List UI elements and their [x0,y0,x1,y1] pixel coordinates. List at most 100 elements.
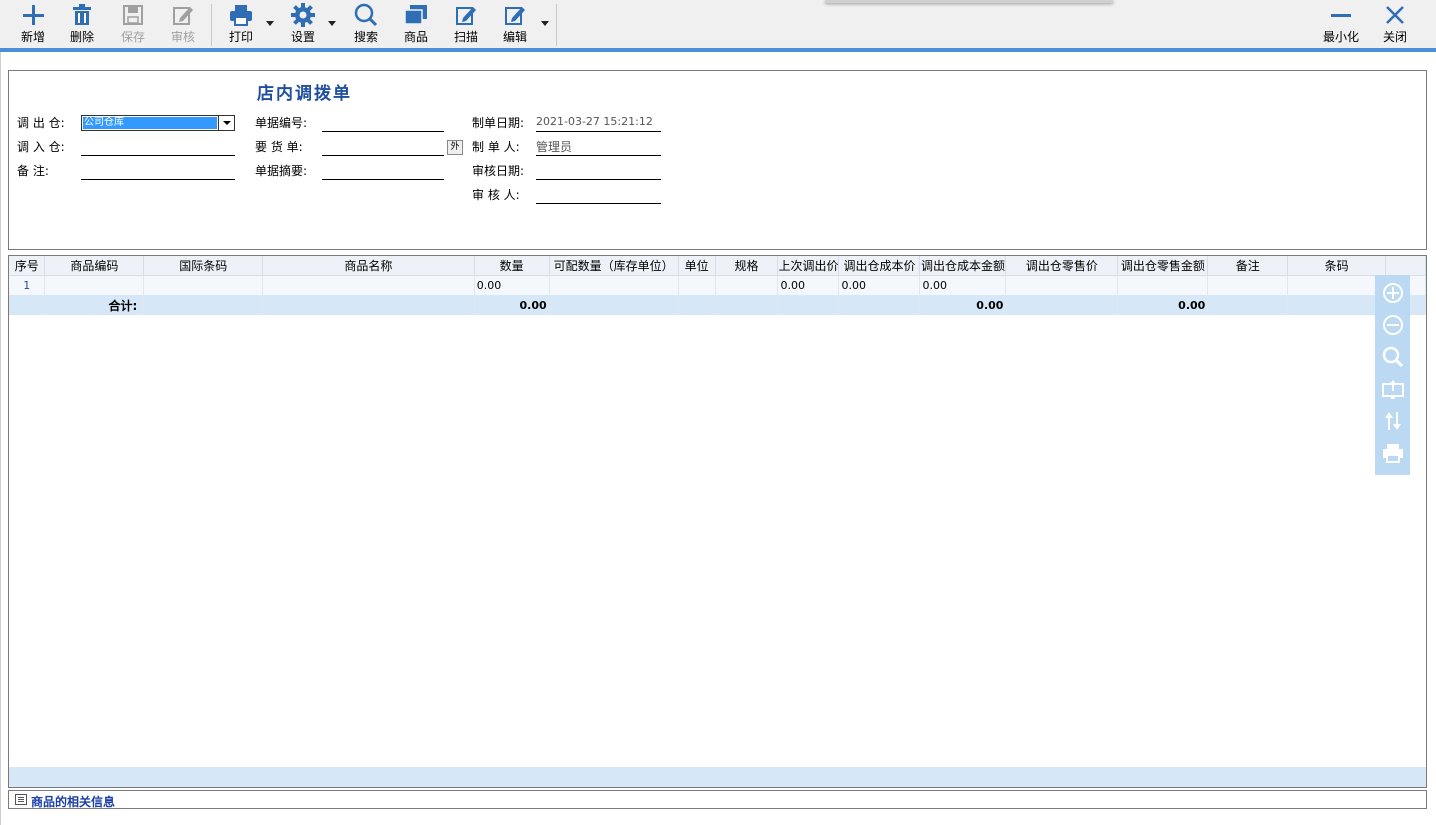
audit-button[interactable]: 审核 [165,0,201,48]
column-header[interactable]: 调出仓零售价 [1005,256,1119,276]
create-date-field [536,131,661,132]
table-header-row: 序号 商品编码 国际条码 商品名称 数量 可配数量（库存单位） 单位 规格 上次… [9,256,1426,276]
toolbar: 新增 删除 保存 审核 打印 设置 搜索 商品 扫描 编辑 最小化 关闭 [0,0,1436,52]
main-area: 店内调拨单 调 出 仓: 公司仓库 调 入 仓: 备 注: 单据编号: 要 货 … [0,52,1436,825]
minus-icon [1330,0,1352,30]
total-retail-amount: 0.00 [1117,295,1209,315]
out-warehouse-select[interactable]: 公司仓库 [81,115,235,131]
out-warehouse-value: 公司仓库 [83,117,217,129]
edit-dropdown-icon[interactable] [541,21,549,26]
column-header[interactable]: 数量 [474,256,550,276]
creator-value: 管理员 [536,140,573,154]
column-header[interactable]: 商品编码 [44,256,145,276]
edit-icon [172,0,194,30]
printer-icon[interactable] [1380,440,1405,465]
in-warehouse-label: 调 入 仓: [17,140,65,154]
search-icon[interactable] [1380,344,1405,369]
total-qty: 0.00 [474,295,550,315]
goods-grid: 序号 商品编码 国际条码 商品名称 数量 可配数量（库存单位） 单位 规格 上次… [8,255,1427,788]
cell-retail-price [1005,275,1119,295]
print-dropdown-icon[interactable] [266,21,274,26]
remove-row-icon[interactable] [1380,312,1405,337]
save-icon [122,0,144,30]
cell-cost-price: 0.00 [838,275,921,295]
column-header[interactable]: 单位 [678,256,716,276]
doc-no-input[interactable] [322,131,444,132]
cell-available-qty [549,275,679,295]
column-header[interactable]: 商品名称 [262,256,475,276]
settings-dropdown-icon[interactable] [328,21,336,26]
summary-input[interactable] [322,179,444,180]
request-pick-button[interactable]: 外 [447,140,463,155]
gear-icon [291,0,315,30]
audit-date-label: 审核日期: [472,164,525,178]
printer-icon [229,0,253,30]
scan-button[interactable]: 扫描 [448,0,484,48]
create-date-value: 2021-03-27 15:21:12 [536,115,653,128]
create-date-label: 制单日期: [472,116,525,130]
row-seq: 1 [9,275,46,295]
cell-goods-code[interactable] [44,275,145,295]
minimize-button[interactable]: 最小化 [1320,0,1362,48]
total-cost-amount: 0.00 [919,295,1007,315]
delete-button[interactable]: 删除 [64,0,100,48]
column-header[interactable]: 调出仓零售金额 [1117,256,1209,276]
auditor-label: 审 核 人: [472,188,520,202]
audit-date-field [536,179,661,180]
edit-icon [455,0,477,30]
print-button[interactable]: 打印 [223,0,259,48]
export-icon[interactable] [1380,376,1405,401]
cell-unit [678,275,716,295]
edit-button[interactable]: 编辑 [497,0,533,48]
sort-icon[interactable] [1380,408,1405,433]
in-warehouse-input[interactable] [81,155,235,156]
trash-icon [72,0,92,30]
toolbar-separator [556,4,557,46]
out-warehouse-label: 调 出 仓: [17,116,65,130]
cell-code [1287,275,1386,295]
total-label: 合计: [44,295,145,315]
column-header[interactable]: 调出仓成本价 [838,256,921,276]
goods-table: 序号 商品编码 国际条码 商品名称 数量 可配数量（库存单位） 单位 规格 上次… [9,256,1426,315]
remark-input[interactable] [81,179,235,180]
column-header[interactable]: 规格 [715,256,779,276]
chevron-down-icon[interactable] [218,116,234,130]
close-icon [1385,0,1405,30]
header-form: 店内调拨单 调 出 仓: 公司仓库 调 入 仓: 备 注: 单据编号: 要 货 … [8,70,1427,250]
add-row-icon[interactable] [1380,280,1405,305]
goods-button[interactable]: 商品 [398,0,434,48]
cell-qty[interactable]: 0.00 [474,275,550,295]
table-row[interactable]: 1 0.00 0.00 0.00 0.00 [9,275,1426,295]
edit-icon [504,0,526,30]
cell-spec [715,275,779,295]
creator-field [536,155,661,156]
new-button[interactable]: 新增 [15,0,51,48]
page-title: 店内调拨单 [257,84,352,104]
grid-side-tools [1375,275,1410,475]
column-header[interactable]: 国际条码 [143,256,264,276]
search-button[interactable]: 搜索 [348,0,384,48]
request-input[interactable] [322,155,444,156]
column-header[interactable]: 序号 [9,256,46,276]
search-icon [354,0,378,30]
column-header[interactable]: 可配数量（库存单位） [549,256,679,276]
save-button[interactable]: 保存 [115,0,151,48]
column-header-empty [1385,256,1426,276]
plus-icon [22,0,44,30]
cell-goods-name[interactable] [262,275,475,295]
column-header[interactable]: 调出仓成本金额 [919,256,1007,276]
remark-label: 备 注: [17,164,49,178]
goods-info-link[interactable]: 商品的相关信息 [31,793,115,810]
auditor-field [536,203,661,204]
settings-button[interactable]: 设置 [285,0,321,48]
column-header[interactable]: 备注 [1207,256,1289,276]
column-header[interactable]: 上次调出价 [777,256,840,276]
close-button[interactable]: 关闭 [1378,0,1412,48]
summary-label: 单据摘要: [255,164,308,178]
column-header[interactable]: 条码 [1287,256,1386,276]
windows-icon [404,0,428,30]
status-bar: 商品的相关信息 [8,790,1427,809]
cell-barcode[interactable] [143,275,264,295]
cell-remark[interactable] [1207,275,1289,295]
request-label: 要 货 单: [255,140,303,154]
